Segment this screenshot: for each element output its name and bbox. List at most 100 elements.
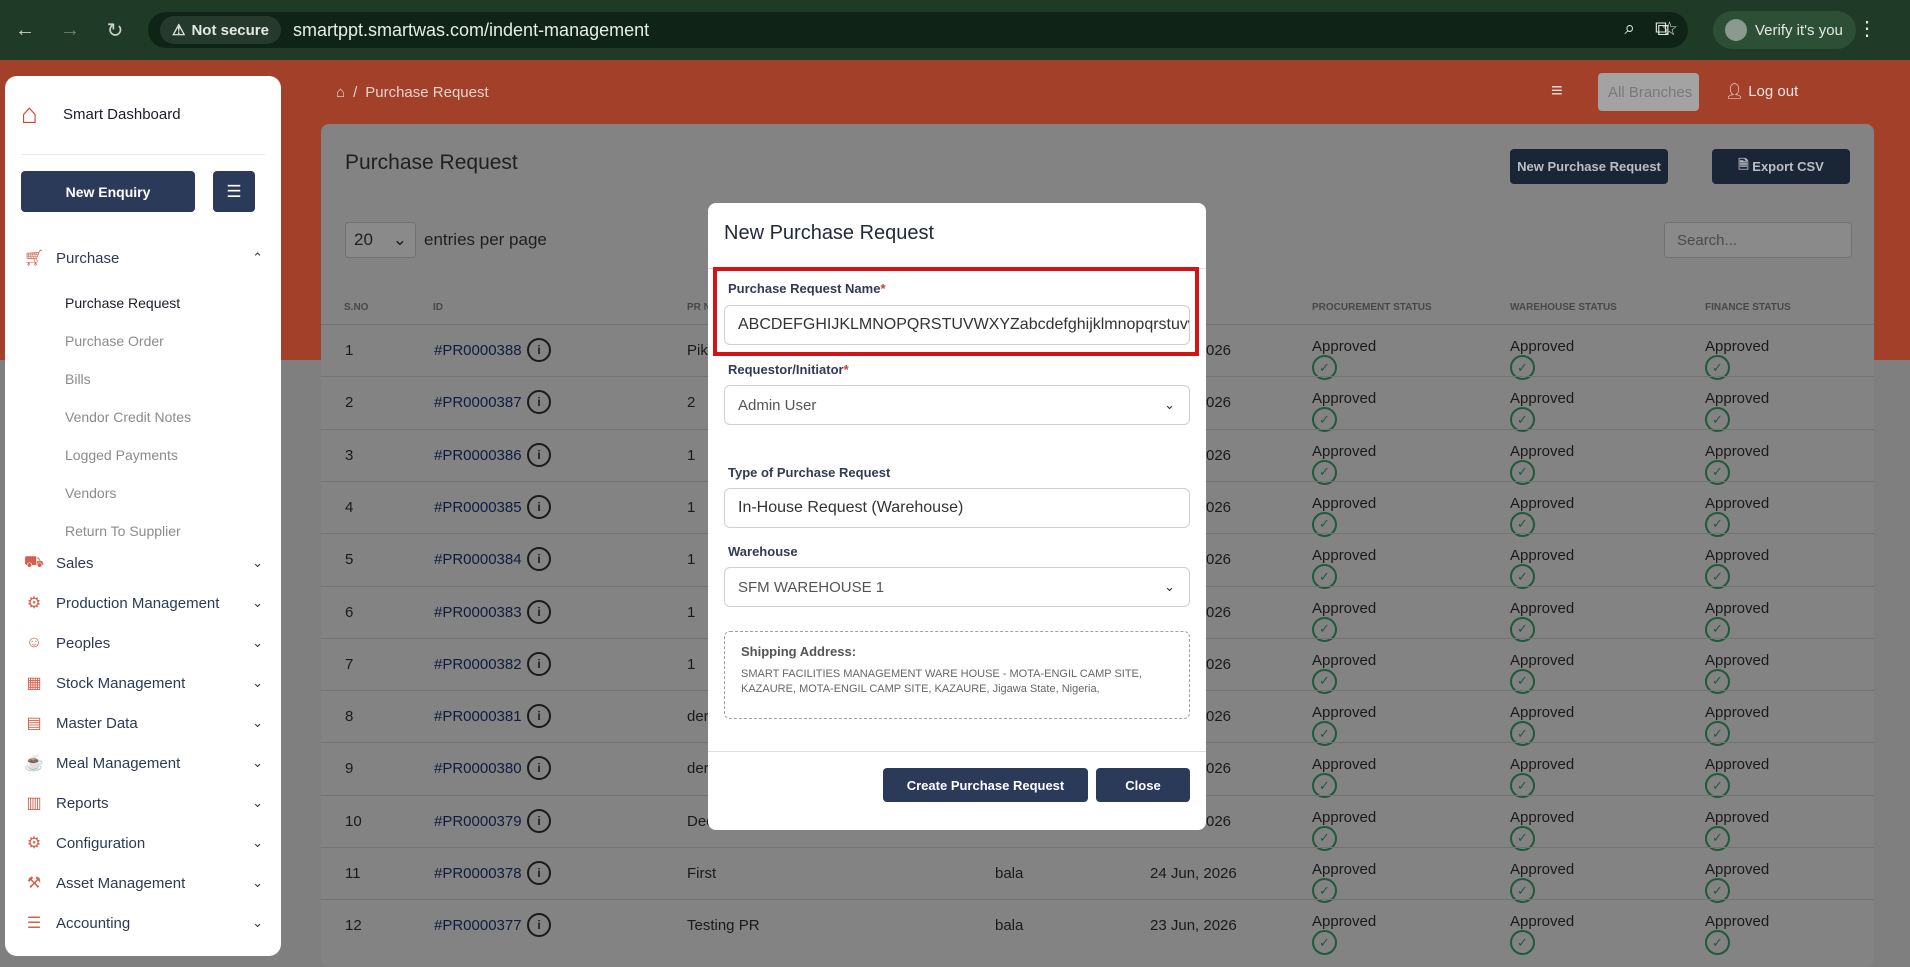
requestor-select[interactable]: Admin User ⌄ [724, 385, 1190, 425]
info-icon[interactable]: i [527, 442, 551, 467]
warehouse-status: ✓ Approved [1510, 704, 1574, 747]
brand[interactable]: ⌂ Smart Dashboard [21, 98, 181, 130]
row-id-link[interactable]: #PR0000378 [434, 865, 522, 882]
status-text: Approved [1705, 861, 1770, 878]
not-secure-label: Not secure [191, 21, 269, 39]
status-text: Approved [1312, 338, 1377, 355]
extensions-icon[interactable]: ⧉ [1655, 18, 1669, 41]
cart-icon: 🛒︎ [23, 250, 45, 267]
info-icon[interactable]: i [527, 547, 551, 572]
entries-value: 20 [354, 230, 373, 249]
create-purchase-request-button[interactable]: Create Purchase Request [883, 768, 1088, 802]
purchase-request-name-input[interactable]: ABCDEFGHIJKLMNOPQRSTUVWXYZabcdefghijklmn… [724, 305, 1190, 345]
sidebar-item[interactable]: ⚒ Asset Management ⌄ [23, 871, 263, 895]
warehouse-status: ✓ Approved [1510, 390, 1574, 433]
menu-icon: ⚒ [26, 875, 42, 892]
sidebar-subitem[interactable]: Return To Supplier [65, 523, 181, 539]
info-icon[interactable]: i [527, 494, 551, 519]
row-date: 026 [1206, 603, 1232, 621]
finance-status: ✓ Approved [1705, 338, 1769, 380]
info-icon[interactable]: i [527, 390, 551, 415]
row-date: 026 [1206, 498, 1232, 516]
col-sno[interactable]: S.NO [344, 302, 368, 313]
info-icon[interactable]: i [527, 651, 551, 676]
search-input[interactable]: Search... [1664, 222, 1852, 258]
type-field[interactable]: In-House Request (Warehouse) [724, 488, 1190, 528]
profile-verify-button[interactable]: Verify it's you [1713, 11, 1856, 49]
sidebar-subitem[interactable]: Purchase Order [65, 333, 164, 349]
branch-select[interactable]: All Branches [1598, 73, 1699, 111]
row-id-link[interactable]: #PR0000384 [434, 551, 522, 568]
info-icon[interactable]: i [527, 756, 551, 781]
menu-toggle-button[interactable]: ☰ [213, 171, 255, 212]
entries-per-page: 20 ⌄ entries per page [345, 222, 547, 258]
forward-icon[interactable]: → [55, 15, 85, 45]
export-csv-button[interactable]: 🗎︎ Export CSV [1712, 149, 1850, 184]
url-text[interactable]: smartppt.smartwas.com/indent-management [293, 20, 649, 41]
info-icon[interactable]: i [527, 808, 551, 833]
row-date: 23 Jun, 2026 [1150, 917, 1237, 935]
status-text: Approved [1312, 704, 1377, 722]
info-icon[interactable]: i [527, 861, 551, 885]
sidebar-subitem[interactable]: Vendor Credit Notes [65, 409, 191, 425]
row-id-link[interactable]: #PR0000381 [434, 708, 522, 725]
new-purchase-request-modal: New Purchase Request Purchase Request Na… [708, 203, 1206, 830]
row-sno: 3 [345, 446, 354, 464]
row-pr-name: Testing PR [687, 917, 760, 935]
reload-icon[interactable]: ↻ [100, 15, 130, 45]
col-id[interactable]: ID [433, 302, 443, 313]
sidebar-subitem[interactable]: Vendors [65, 485, 116, 501]
row-id-link[interactable]: #PR0000386 [434, 447, 522, 464]
row-id-link[interactable]: #PR0000380 [434, 760, 522, 777]
row-id-link[interactable]: #PR0000385 [434, 499, 522, 516]
sidebar-subitem[interactable]: Logged Payments [65, 447, 178, 463]
warehouse-status: ✓ Approved [1510, 600, 1574, 642]
row-id-link[interactable]: #PR0000383 [434, 604, 522, 621]
row-id-link[interactable]: #PR0000382 [434, 656, 522, 673]
row-date: 026 [1206, 551, 1232, 569]
row-id-link[interactable]: #PR0000379 [434, 813, 522, 830]
browser-menu-icon[interactable]: ⋮ [1857, 16, 1877, 41]
warehouse-value: SFM WAREHOUSE 1 [738, 578, 885, 596]
entries-select[interactable]: 20 ⌄ [345, 222, 416, 258]
sidebar-item[interactable]: ▥ Reports ⌄ [23, 791, 263, 815]
sidebar-item[interactable]: ⛟ Sales ⌄ [23, 551, 263, 575]
not-secure-badge[interactable]: ⚠ Not secure [160, 16, 281, 44]
browser-toolbar: ← → ↻ ⚠ Not secure smartppt.smartwas.com/… [0, 0, 1910, 60]
row-date: 026 [1206, 446, 1232, 464]
row-id-link[interactable]: #PR0000377 [434, 917, 522, 934]
zoom-icon[interactable]: ⌕ [1624, 18, 1635, 41]
info-icon[interactable]: i [527, 704, 551, 729]
col-warehouse-status[interactable]: WAREHOUSE STATUS [1510, 302, 1617, 313]
sidebar-item[interactable]: ☕ Meal Management ⌄ [23, 751, 263, 775]
home-icon[interactable]: ⌂ [336, 84, 345, 101]
sidebar-item[interactable]: ☰ Accounting ⌄ [23, 911, 263, 935]
sidebar-subitem[interactable]: Purchase Request [65, 295, 180, 311]
col-finance-status[interactable]: FINANCE STATUS [1705, 302, 1791, 313]
sidebar-item[interactable]: ⚙ Configuration ⌄ [23, 831, 263, 855]
new-enquiry-button[interactable]: New Enquiry [21, 171, 195, 212]
info-icon[interactable]: i [527, 338, 551, 362]
warehouse-status: ✓ Approved [1510, 547, 1574, 590]
col-procurement-status[interactable]: PROCUREMENT STATUS [1312, 302, 1432, 313]
row-date: 026 [1206, 655, 1232, 673]
back-icon[interactable]: ← [10, 15, 40, 45]
sidebar-item[interactable]: ▤ Master Data ⌄ [23, 711, 263, 735]
warehouse-select[interactable]: SFM WAREHOUSE 1 ⌄ [724, 567, 1190, 607]
sidebar-item[interactable]: ☺ Peoples ⌄ [23, 631, 263, 655]
sidebar-item[interactable]: ⚙ Production Management ⌄ [23, 591, 263, 615]
close-button[interactable]: Close [1096, 768, 1190, 802]
row-id-link[interactable]: #PR0000387 [434, 394, 522, 411]
new-purchase-request-button[interactable]: New Purchase Request [1510, 149, 1668, 184]
info-icon[interactable]: i [527, 913, 551, 938]
shipping-address-box: Shipping Address: SMART FACILITIES MANAG… [724, 631, 1190, 719]
sidebar-item[interactable]: ▦ Stock Management ⌄ [23, 671, 263, 695]
sidebar-subitem[interactable]: Bills [65, 371, 91, 387]
address-bar[interactable]: ⚠ Not secure smartppt.smartwas.com/indent… [148, 12, 1688, 48]
chevron-down-icon: ⌄ [252, 635, 263, 650]
hamburger-icon[interactable]: ≡ [1551, 80, 1563, 103]
row-id-link[interactable]: #PR0000388 [434, 342, 522, 359]
info-icon[interactable]: i [527, 599, 551, 624]
logout-link[interactable]: 👤︎ Log out [1725, 82, 1798, 100]
sidebar-item-purchase[interactable]: 🛒︎ Purchase ⌃ [23, 246, 263, 270]
